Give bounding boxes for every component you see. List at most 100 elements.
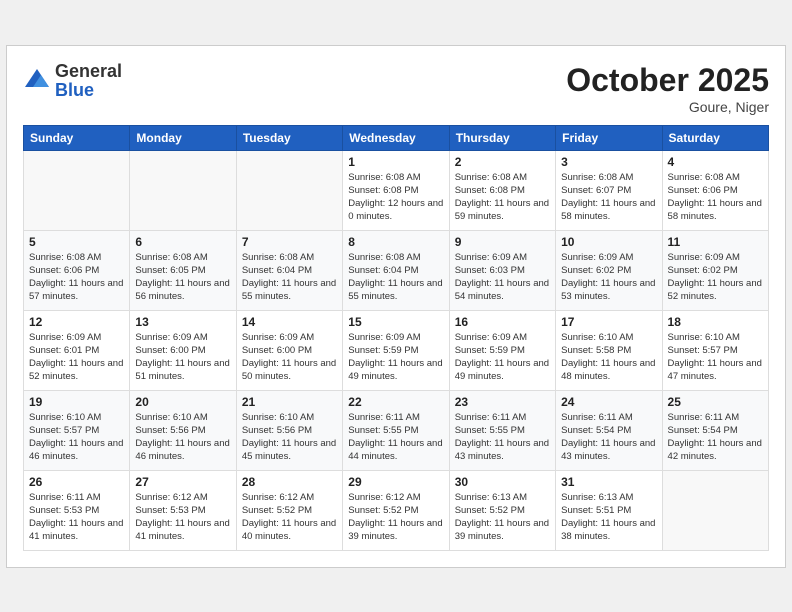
day-info: Sunrise: 6:11 AM Sunset: 5:54 PM Dayligh… — [668, 411, 763, 464]
day-info: Sunrise: 6:09 AM Sunset: 5:59 PM Dayligh… — [455, 331, 550, 384]
calendar-cell: 4Sunrise: 6:08 AM Sunset: 6:06 PM Daylig… — [662, 150, 768, 230]
day-info: Sunrise: 6:13 AM Sunset: 5:52 PM Dayligh… — [455, 491, 550, 544]
calendar-cell: 9 Sunrise: 6:09 AM Sunset: 6:03 PM Daylig… — [449, 230, 555, 310]
day-number: 30 — [455, 475, 550, 489]
day-number: 11 — [668, 235, 763, 249]
calendar-cell: 5Sunrise: 6:08 AM Sunset: 6:06 PM Daylig… — [24, 230, 130, 310]
day-info: Sunrise: 6:09 AM Sunset: 6:00 PM Dayligh… — [135, 331, 230, 384]
calendar-cell: 10 Sunrise: 6:09 AM Sunset: 6:02 PM Dayli… — [556, 230, 662, 310]
calendar-table: Sunday Monday Tuesday Wednesday Thursday… — [23, 125, 769, 551]
day-info: Sunrise: 6:09 AM Sunset: 6:02 PM Dayligh… — [561, 251, 656, 304]
day-number: 4 — [668, 155, 763, 169]
col-saturday: Saturday — [662, 125, 768, 150]
day-info: Sunrise: 6:08 AM Sunset: 6:08 PM Dayligh… — [455, 171, 550, 224]
header-row: Sunday Monday Tuesday Wednesday Thursday… — [24, 125, 769, 150]
calendar-cell: 3 Sunrise: 6:08 AM Sunset: 6:07 PM Daylig… — [556, 150, 662, 230]
day-number: 15 — [348, 315, 443, 329]
day-info: Sunrise: 6:10 AM Sunset: 5:56 PM Dayligh… — [242, 411, 337, 464]
calendar-week-1: 1 Sunrise: 6:08 AM Sunset: 6:08 PM Daylig… — [24, 150, 769, 230]
calendar-cell: 20 Sunrise: 6:10 AM Sunset: 5:56 PM Dayli… — [130, 390, 236, 470]
location: Goure, Niger — [566, 99, 769, 115]
calendar-cell — [236, 150, 342, 230]
day-number: 6 — [135, 235, 230, 249]
calendar-cell: 26Sunrise: 6:11 AM Sunset: 5:53 PM Dayli… — [24, 470, 130, 550]
logo-blue: Blue — [55, 81, 122, 101]
calendar-cell — [662, 470, 768, 550]
calendar-cell: 17 Sunrise: 6:10 AM Sunset: 5:58 PM Dayli… — [556, 310, 662, 390]
calendar-week-5: 26Sunrise: 6:11 AM Sunset: 5:53 PM Dayli… — [24, 470, 769, 550]
calendar-cell: 21Sunrise: 6:10 AM Sunset: 5:56 PM Dayli… — [236, 390, 342, 470]
day-number: 17 — [561, 315, 656, 329]
day-number: 19 — [29, 395, 124, 409]
day-info: Sunrise: 6:09 AM Sunset: 6:00 PM Dayligh… — [242, 331, 337, 384]
day-number: 7 — [242, 235, 337, 249]
calendar-cell: 25Sunrise: 6:11 AM Sunset: 5:54 PM Dayli… — [662, 390, 768, 470]
calendar-cell — [130, 150, 236, 230]
col-monday: Monday — [130, 125, 236, 150]
day-number: 26 — [29, 475, 124, 489]
calendar-header: General Blue October 2025 Goure, Niger — [23, 62, 769, 115]
day-number: 31 — [561, 475, 656, 489]
calendar-cell: 30 Sunrise: 6:13 AM Sunset: 5:52 PM Dayli… — [449, 470, 555, 550]
calendar-cell: 11Sunrise: 6:09 AM Sunset: 6:02 PM Dayli… — [662, 230, 768, 310]
calendar-cell: 6 Sunrise: 6:08 AM Sunset: 6:05 PM Daylig… — [130, 230, 236, 310]
calendar-cell: 23 Sunrise: 6:11 AM Sunset: 5:55 PM Dayli… — [449, 390, 555, 470]
logo-general: General — [55, 62, 122, 82]
calendar-cell: 18Sunrise: 6:10 AM Sunset: 5:57 PM Dayli… — [662, 310, 768, 390]
day-info: Sunrise: 6:10 AM Sunset: 5:56 PM Dayligh… — [135, 411, 230, 464]
month-title: October 2025 — [566, 62, 769, 99]
calendar-cell: 2 Sunrise: 6:08 AM Sunset: 6:08 PM Daylig… — [449, 150, 555, 230]
calendar-cell: 22Sunrise: 6:11 AM Sunset: 5:55 PM Dayli… — [343, 390, 449, 470]
day-number: 28 — [242, 475, 337, 489]
day-info: Sunrise: 6:09 AM Sunset: 6:03 PM Dayligh… — [455, 251, 550, 304]
day-number: 13 — [135, 315, 230, 329]
day-info: Sunrise: 6:08 AM Sunset: 6:04 PM Dayligh… — [348, 251, 443, 304]
calendar-cell: 24Sunrise: 6:11 AM Sunset: 5:54 PM Dayli… — [556, 390, 662, 470]
day-number: 8 — [348, 235, 443, 249]
day-number: 27 — [135, 475, 230, 489]
day-info: Sunrise: 6:08 AM Sunset: 6:07 PM Dayligh… — [561, 171, 656, 224]
calendar-cell: 7Sunrise: 6:08 AM Sunset: 6:04 PM Daylig… — [236, 230, 342, 310]
day-number: 2 — [455, 155, 550, 169]
day-number: 23 — [455, 395, 550, 409]
logo: General Blue — [23, 62, 122, 102]
calendar-cell: 1Sunrise: 6:08 AM Sunset: 6:08 PM Daylig… — [343, 150, 449, 230]
col-thursday: Thursday — [449, 125, 555, 150]
day-number: 5 — [29, 235, 124, 249]
day-number: 3 — [561, 155, 656, 169]
calendar-cell: 27Sunrise: 6:12 AM Sunset: 5:53 PM Dayli… — [130, 470, 236, 550]
day-number: 18 — [668, 315, 763, 329]
day-number: 24 — [561, 395, 656, 409]
calendar-cell: 16 Sunrise: 6:09 AM Sunset: 5:59 PM Dayli… — [449, 310, 555, 390]
day-info: Sunrise: 6:09 AM Sunset: 6:01 PM Dayligh… — [29, 331, 124, 384]
day-number: 9 — [455, 235, 550, 249]
day-info: Sunrise: 6:12 AM Sunset: 5:52 PM Dayligh… — [348, 491, 443, 544]
logo-icon — [23, 67, 51, 95]
day-info: Sunrise: 6:11 AM Sunset: 5:55 PM Dayligh… — [455, 411, 550, 464]
calendar-cell — [24, 150, 130, 230]
calendar-cell: 13 Sunrise: 6:09 AM Sunset: 6:00 PM Dayli… — [130, 310, 236, 390]
calendar-cell: 29Sunrise: 6:12 AM Sunset: 5:52 PM Dayli… — [343, 470, 449, 550]
calendar-cell: 15 Sunrise: 6:09 AM Sunset: 5:59 PM Dayli… — [343, 310, 449, 390]
title-block: October 2025 Goure, Niger — [566, 62, 769, 115]
day-info: Sunrise: 6:12 AM Sunset: 5:52 PM Dayligh… — [242, 491, 337, 544]
day-number: 12 — [29, 315, 124, 329]
day-info: Sunrise: 6:10 AM Sunset: 5:58 PM Dayligh… — [561, 331, 656, 384]
day-info: Sunrise: 6:09 AM Sunset: 5:59 PM Dayligh… — [348, 331, 443, 384]
day-number: 14 — [242, 315, 337, 329]
day-info: Sunrise: 6:08 AM Sunset: 6:05 PM Dayligh… — [135, 251, 230, 304]
day-info: Sunrise: 6:13 AM Sunset: 5:51 PM Dayligh… — [561, 491, 656, 544]
day-info: Sunrise: 6:11 AM Sunset: 5:55 PM Dayligh… — [348, 411, 443, 464]
col-friday: Friday — [556, 125, 662, 150]
day-number: 20 — [135, 395, 230, 409]
day-number: 10 — [561, 235, 656, 249]
calendar-week-4: 19 Sunrise: 6:10 AM Sunset: 5:57 PM Dayli… — [24, 390, 769, 470]
col-wednesday: Wednesday — [343, 125, 449, 150]
calendar-week-2: 5Sunrise: 6:08 AM Sunset: 6:06 PM Daylig… — [24, 230, 769, 310]
calendar-container: General Blue October 2025 Goure, Niger S… — [6, 45, 786, 568]
day-info: Sunrise: 6:10 AM Sunset: 5:57 PM Dayligh… — [29, 411, 124, 464]
col-tuesday: Tuesday — [236, 125, 342, 150]
day-number: 1 — [348, 155, 443, 169]
col-sunday: Sunday — [24, 125, 130, 150]
day-number: 16 — [455, 315, 550, 329]
